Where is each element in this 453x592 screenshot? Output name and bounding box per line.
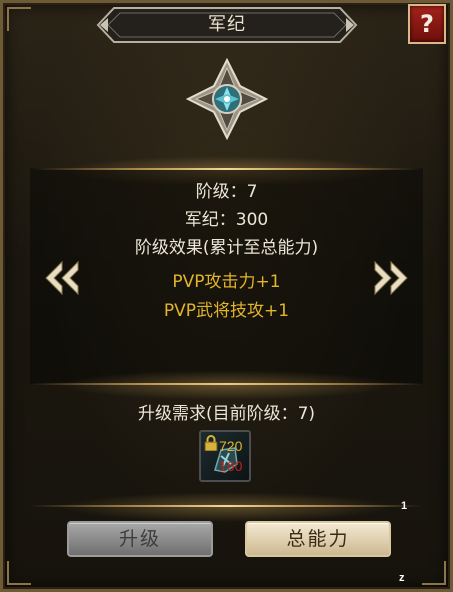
upgrade-button[interactable]: 升级	[67, 521, 213, 557]
effect-item-pvp-skill-attack: PVP武将技攻+1	[163, 301, 290, 321]
effect-header: 阶级效果(累计至总能力)	[134, 238, 319, 258]
item-required-count: 160	[219, 458, 243, 474]
requirement-header: 升级需求(目前阶级：7)	[137, 404, 316, 424]
frame-corner	[422, 561, 446, 585]
military-rank-emblem-icon	[186, 58, 268, 140]
frame-corner	[7, 561, 31, 585]
lock-icon	[204, 435, 218, 451]
divider-glow	[60, 370, 393, 400]
rank-text: 阶级：7	[195, 182, 258, 202]
frame-corner	[7, 7, 31, 31]
next-rank-arrow-icon[interactable]	[373, 258, 409, 298]
item-owned-count: 720	[219, 438, 243, 454]
required-item-slot[interactable]: 720 160	[199, 430, 251, 482]
discipline-text: 军纪：300	[184, 210, 269, 230]
divider-line	[30, 168, 423, 170]
overlay-marker-top: 1	[401, 500, 408, 512]
divider-glow	[60, 492, 393, 522]
overlay-marker-bottom: z	[399, 572, 405, 584]
help-button[interactable]: ?	[408, 4, 446, 44]
title-banner: 军纪	[96, 6, 358, 44]
total-abilities-button[interactable]: 总能力	[245, 521, 391, 557]
previous-rank-arrow-icon[interactable]	[44, 258, 80, 298]
divider-line	[30, 505, 423, 507]
window-title: 军纪	[208, 14, 246, 35]
